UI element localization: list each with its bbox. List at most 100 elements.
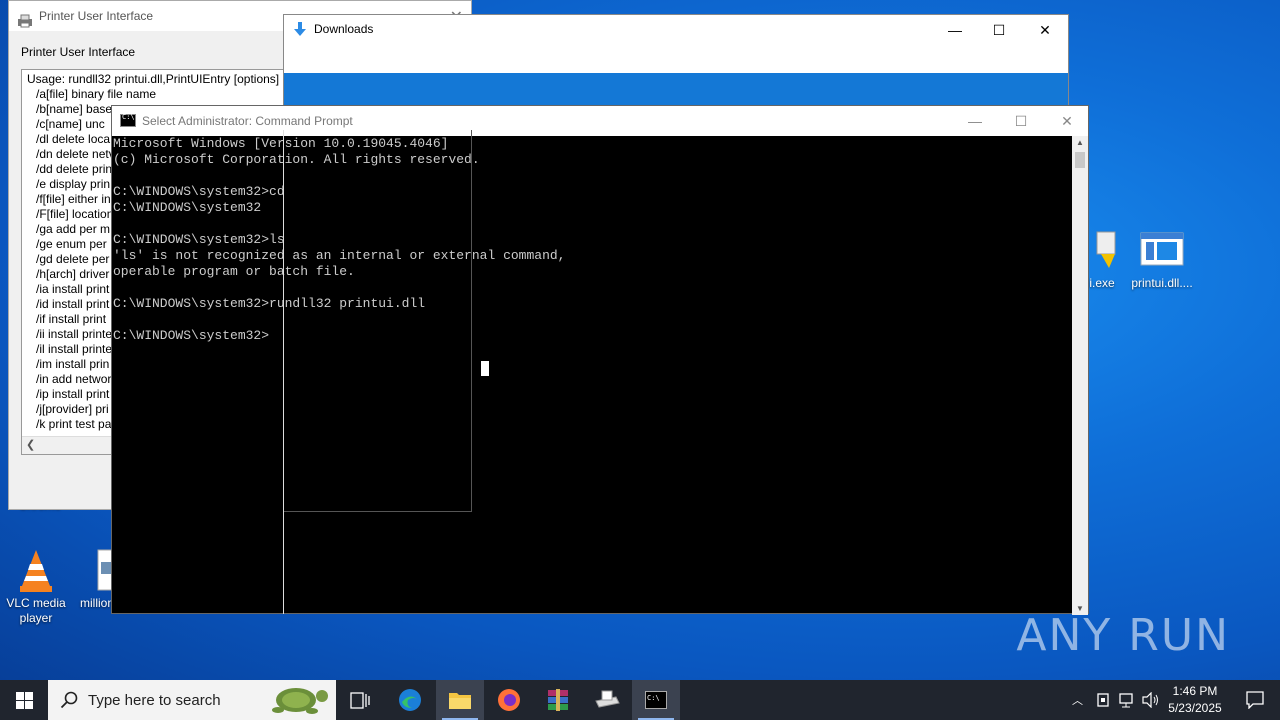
- usage-option-line: /ge enum per: [36, 237, 107, 251]
- clock-date: 5/23/2025: [1168, 701, 1222, 715]
- task-view-button[interactable]: [336, 680, 384, 720]
- taskbar-search-box[interactable]: Type here to search: [48, 680, 336, 720]
- usage-option-line: /a[file] binary file name: [36, 87, 157, 101]
- maximize-button[interactable]: ☐: [998, 106, 1044, 136]
- usage-option-line: /e display prin: [36, 177, 111, 191]
- windows-logo-icon: [16, 692, 33, 709]
- usage-option-line: /il install printe: [36, 342, 113, 356]
- notification-icon: [1246, 691, 1264, 709]
- show-hidden-icons-button[interactable]: ︿: [1068, 680, 1088, 720]
- desktop: Chrome VLC media player million i.exe: [0, 0, 1280, 680]
- taskbar-printer[interactable]: [583, 680, 631, 720]
- desktop-icon-printui-dll[interactable]: printui.dll....: [1122, 228, 1202, 291]
- scrollbar-thumb[interactable]: [1075, 152, 1085, 168]
- desktop-icon-label: VLC media player: [6, 596, 66, 625]
- console-line: (c) Microsoft Corporation. All rights re…: [113, 152, 480, 167]
- usage-option-line: /k print test pa: [36, 417, 112, 431]
- usage-option-line: /dd delete prin: [36, 162, 113, 176]
- close-button[interactable]: ✕: [1044, 106, 1090, 136]
- exe-icon: [1087, 228, 1117, 272]
- turtle-search-highlight-icon: [272, 688, 328, 714]
- usage-option-line: /in add networ: [36, 372, 112, 386]
- printer-dialog-title: Printer User Interface: [39, 9, 154, 23]
- notification-center-button[interactable]: [1232, 680, 1280, 720]
- usage-option-line: /j[provider] pri: [36, 402, 109, 416]
- usage-option-line: /F[file] location: [36, 207, 114, 221]
- downloads-title: Downloads: [314, 22, 374, 36]
- usage-option-line: /id install print: [36, 297, 110, 311]
- task-view-icon: [350, 692, 370, 709]
- usage-option-line: /dl delete loca: [36, 132, 111, 146]
- edge-icon: [399, 689, 421, 711]
- cmd-icon: C:\: [645, 691, 667, 709]
- console-line: C:\WINDOWS\system32>: [113, 328, 270, 343]
- usage-option-line: /c[name] unc: [36, 117, 105, 131]
- console-line: C:\WINDOWS\system32>rundll32 printui.dll: [113, 296, 426, 311]
- usage-option-line: /ia install print: [36, 282, 110, 296]
- taskbar-clock[interactable]: 1:46 PM 5/23/2025: [1162, 683, 1228, 717]
- printer-icon: [17, 9, 33, 28]
- usage-option-line: /if install print: [36, 312, 107, 326]
- console-output[interactable]: Microsoft Windows [Version 10.0.19045.40…: [112, 136, 1075, 615]
- console-line: C:\WINDOWS\system32>cd: [113, 184, 285, 199]
- network-icon: [1119, 693, 1133, 708]
- search-placeholder: Type here to search: [88, 692, 221, 709]
- usage-option-line: /dn delete netv: [36, 147, 115, 161]
- download-arrow-icon: [292, 21, 308, 37]
- console-line: operable program or batch file.: [113, 264, 355, 279]
- printer-icon: [595, 690, 620, 708]
- console-line: C:\WINDOWS\system32>ls: [113, 232, 285, 247]
- chevron-up-icon: ︿: [1072, 695, 1083, 707]
- vlc-icon: [14, 548, 58, 592]
- search-icon: [60, 691, 78, 709]
- desktop-icon-vlc[interactable]: VLC media player: [0, 548, 76, 626]
- cmd-vertical-scrollbar[interactable]: ▲ ▼: [1072, 136, 1088, 615]
- cmd-title: Select Administrator: Command Prompt: [142, 114, 353, 128]
- minimize-button[interactable]: —: [932, 15, 978, 45]
- command-prompt-window[interactable]: Select Administrator: Command Prompt — ☐…: [111, 105, 1089, 615]
- taskbar-firefox[interactable]: [485, 680, 533, 720]
- taskbar-file-explorer[interactable]: [436, 680, 484, 720]
- text-cursor: [481, 361, 489, 376]
- ghost-window-edge: [283, 510, 284, 614]
- dll-file-icon: [1140, 228, 1184, 272]
- taskbar: Type here to search C:\ ︿ 1:46 PM 5/23/2…: [0, 680, 1280, 720]
- speaker-icon: [1142, 692, 1158, 708]
- cmd-icon: [120, 113, 136, 127]
- usage-option-line: /ip install print: [36, 387, 110, 401]
- tray-volume-button[interactable]: [1140, 680, 1162, 720]
- usage-option-line: /ga add per m: [36, 222, 111, 236]
- cmd-titlebar[interactable]: Select Administrator: Command Prompt — ☐…: [112, 106, 1088, 136]
- svg-text:C:\: C:\: [647, 694, 660, 702]
- close-button[interactable]: ✕: [1022, 15, 1068, 45]
- usage-option-line: /h[arch] driver: [36, 267, 110, 281]
- desktop-icon-label: printui.dll....: [1131, 276, 1193, 290]
- console-line: 'ls' is not recognized as an internal or…: [113, 248, 566, 263]
- scroll-left-arrow-icon[interactable]: ❮: [26, 438, 35, 451]
- taskbar-command-prompt[interactable]: C:\: [632, 680, 680, 720]
- console-line: C:\WINDOWS\system32: [113, 200, 262, 215]
- folder-icon: [449, 693, 471, 709]
- scroll-up-arrow-icon[interactable]: ▲: [1076, 138, 1084, 147]
- clock-time: 1:46 PM: [1172, 684, 1218, 698]
- tray-network-button[interactable]: [1116, 680, 1138, 720]
- taskbar-winrar[interactable]: [534, 680, 582, 720]
- scroll-down-arrow-icon[interactable]: ▼: [1076, 604, 1084, 613]
- usage-option-line: /ii install printe: [36, 327, 113, 341]
- firefox-icon: [498, 689, 520, 711]
- printer-dialog-header: Printer User Interface: [21, 45, 136, 59]
- anyrun-watermark: ANY RUN: [1016, 610, 1230, 661]
- usage-option-line: /gd delete per: [36, 252, 110, 266]
- usage-option-line: /b[name] base: [36, 102, 113, 116]
- winrar-icon: [548, 689, 568, 711]
- taskbar-edge[interactable]: [386, 680, 434, 720]
- tray-security-button[interactable]: [1092, 680, 1114, 720]
- usage-option-line: /f[file] either in: [36, 192, 111, 206]
- maximize-button[interactable]: ☐: [976, 15, 1022, 45]
- minimize-button[interactable]: —: [952, 106, 998, 136]
- start-button[interactable]: [0, 680, 48, 720]
- console-line: Microsoft Windows [Version 10.0.19045.40…: [113, 136, 449, 151]
